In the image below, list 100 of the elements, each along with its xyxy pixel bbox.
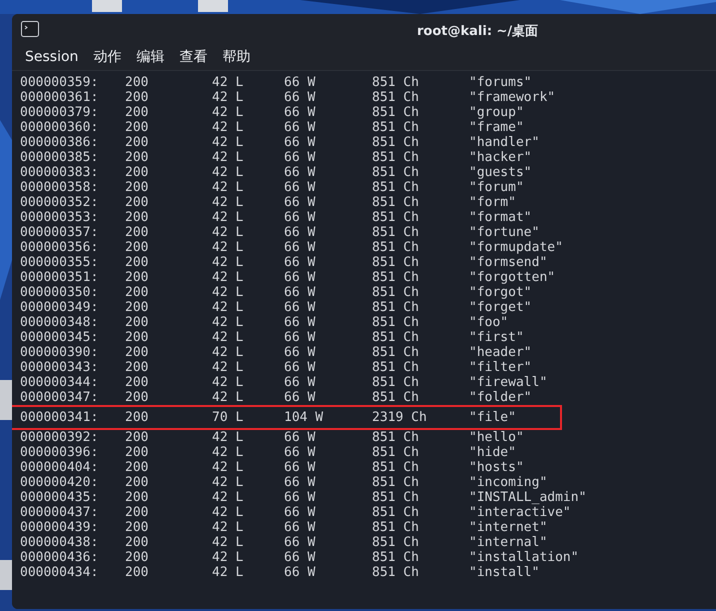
row-id: 000000358: (20, 180, 100, 195)
word-count: 66 W (284, 165, 316, 180)
char-count: 851 Ch (372, 210, 420, 225)
payload-word: "interactive" (469, 505, 571, 520)
row-id: 000000396: (20, 445, 100, 460)
char-count: 851 Ch (372, 445, 420, 460)
word-count: 66 W (284, 150, 316, 165)
payload-word: "first" (469, 330, 524, 345)
status-code: 200 (125, 135, 150, 150)
menu-item[interactable]: Session (25, 49, 78, 65)
row-id: 000000344: (20, 375, 100, 390)
word-count: 104 W (284, 410, 324, 425)
status-code: 200 (125, 430, 150, 445)
char-count: 851 Ch (372, 285, 420, 300)
status-code: 200 (125, 550, 150, 565)
status-code: 200 (125, 90, 150, 105)
payload-word: "internal" (469, 535, 548, 550)
status-code: 200 (125, 565, 150, 580)
payload-word: "installation" (469, 550, 579, 565)
status-code: 200 (125, 345, 150, 360)
payload-word: "hide" (469, 445, 516, 460)
row-id: 000000379: (20, 105, 100, 120)
status-code: 200 (125, 195, 150, 210)
menu-item[interactable]: 查看 (179, 48, 208, 66)
word-count: 66 W (284, 120, 316, 135)
row-id: 000000348: (20, 315, 100, 330)
status-code: 200 (125, 180, 150, 195)
payload-word: "incoming" (469, 475, 548, 490)
char-count: 851 Ch (372, 550, 420, 565)
line-count: 42 L (212, 255, 244, 270)
char-count: 851 Ch (372, 505, 420, 520)
payload-word: "formupdate" (469, 240, 563, 255)
line-count: 42 L (212, 120, 244, 135)
word-count: 66 W (284, 75, 316, 90)
line-count: 42 L (212, 330, 244, 345)
status-code: 200 (125, 75, 150, 90)
row-id: 000000439: (20, 520, 100, 535)
status-code: 200 (125, 285, 150, 300)
char-count: 851 Ch (372, 120, 420, 135)
row-id: 000000343: (20, 360, 100, 375)
word-count: 66 W (284, 390, 316, 405)
row-id: 000000435: (20, 490, 100, 505)
char-count: 851 Ch (372, 345, 420, 360)
word-count: 66 W (284, 535, 316, 550)
payload-word: "hacker" (469, 150, 532, 165)
row-id: 000000345: (20, 330, 100, 345)
char-count: 851 Ch (372, 255, 420, 270)
word-count: 66 W (284, 90, 316, 105)
status-code: 200 (125, 490, 150, 505)
line-count: 42 L (212, 565, 244, 580)
char-count: 851 Ch (372, 195, 420, 210)
status-code: 200 (125, 330, 150, 345)
status-code: 200 (125, 410, 150, 425)
char-count: 851 Ch (372, 315, 420, 330)
char-count: 851 Ch (372, 520, 420, 535)
char-count: 851 Ch (372, 225, 420, 240)
char-count: 851 Ch (372, 150, 420, 165)
line-count: 42 L (212, 460, 244, 475)
line-count: 42 L (212, 285, 244, 300)
word-count: 66 W (284, 300, 316, 315)
line-count: 42 L (212, 375, 244, 390)
payload-word: "file" (469, 410, 516, 425)
word-count: 66 W (284, 240, 316, 255)
word-count: 66 W (284, 180, 316, 195)
row-id: 000000351: (20, 270, 100, 285)
payload-word: "format" (469, 210, 532, 225)
char-count: 851 Ch (372, 300, 420, 315)
payload-word: "frame" (469, 120, 524, 135)
word-count: 66 W (284, 225, 316, 240)
word-count: 66 W (284, 255, 316, 270)
row-id: 000000360: (20, 120, 100, 135)
payload-word: "guests" (469, 165, 532, 180)
word-count: 66 W (284, 445, 316, 460)
char-count: 851 Ch (372, 180, 420, 195)
row-id: 000000352: (20, 195, 100, 210)
line-count: 42 L (212, 165, 244, 180)
menu-item[interactable]: 帮助 (222, 48, 250, 66)
status-code: 200 (125, 240, 150, 255)
row-id: 000000390: (20, 345, 100, 360)
row-id: 000000355: (20, 255, 100, 270)
payload-word: "internet" (469, 520, 548, 535)
row-id: 000000361: (20, 90, 100, 105)
line-count: 42 L (212, 270, 244, 285)
word-count: 66 W (284, 565, 316, 580)
line-count: 42 L (212, 180, 244, 195)
status-code: 200 (125, 150, 150, 165)
payload-word: "INSTALL_admin" (469, 490, 586, 505)
row-id: 000000341: (20, 410, 100, 425)
char-count: 851 Ch (372, 240, 420, 255)
line-count: 42 L (212, 360, 244, 375)
word-count: 66 W (284, 210, 316, 225)
payload-word: "firewall" (469, 375, 548, 390)
line-count: 42 L (212, 490, 244, 505)
menu-item[interactable]: 编辑 (136, 48, 164, 66)
char-count: 851 Ch (372, 490, 420, 505)
status-code: 200 (125, 360, 150, 375)
status-code: 200 (125, 105, 150, 120)
menu-item[interactable]: 动作 (93, 48, 122, 66)
payload-word: "hello" (469, 430, 524, 445)
word-count: 66 W (284, 270, 316, 285)
